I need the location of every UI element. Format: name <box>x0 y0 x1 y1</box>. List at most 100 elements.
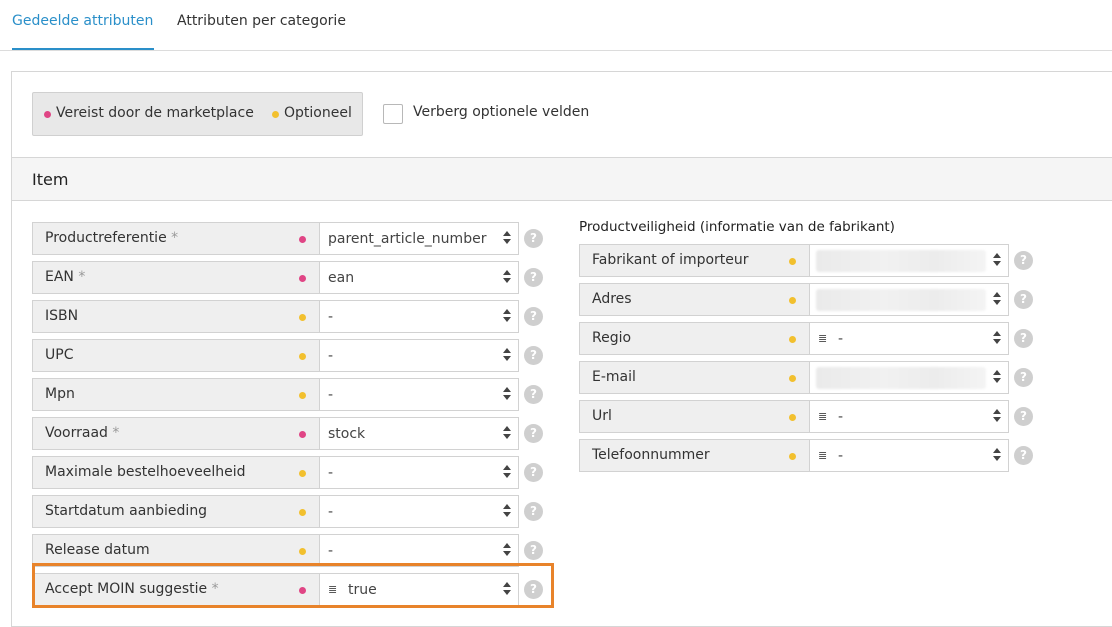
product-safety-group-title: Productveiligheid (informatie van de fab… <box>579 219 895 235</box>
help-icon[interactable]: ? <box>524 502 543 521</box>
section-title: Item <box>32 170 69 189</box>
field-select-value: - <box>328 465 334 481</box>
field-label-box: UPC <box>32 339 320 372</box>
optional-dot-icon <box>789 258 796 265</box>
help-icon[interactable]: ? <box>1014 329 1033 348</box>
field-select-value: - <box>328 543 334 559</box>
help-icon[interactable]: ? <box>524 463 543 482</box>
select-arrows-icon <box>993 253 1001 269</box>
field-label-text: Url <box>592 408 612 424</box>
help-icon[interactable]: ? <box>1014 407 1033 426</box>
field-label-adres: Adres <box>592 291 632 307</box>
field-label-box: Voorraad * <box>32 417 320 450</box>
field-select-value: - <box>328 348 334 364</box>
optional-dot-icon <box>789 414 796 421</box>
legend: Vereist door de marketplace Optioneel <box>32 92 363 136</box>
field-label-text: Telefoonnummer <box>592 447 710 463</box>
optional-dot-icon <box>299 470 306 477</box>
list-icon: ≣ <box>818 410 828 423</box>
field-select-value: - <box>838 331 844 347</box>
help-icon[interactable]: ? <box>524 346 543 365</box>
help-icon[interactable]: ? <box>524 307 543 326</box>
field-select-ean[interactable]: ean <box>319 261 519 294</box>
optional-dot-icon <box>299 509 306 516</box>
field-label-text: ISBN <box>45 308 79 324</box>
help-icon[interactable]: ? <box>1014 368 1033 387</box>
field-label-telefoonnummer: Telefoonnummer <box>592 447 710 463</box>
help-icon[interactable]: ? <box>524 229 543 248</box>
field-label-maximale-bestelhoeveelheid: Maximale bestelhoeveelheid <box>45 464 246 480</box>
field-label-box: Adres <box>579 283 810 316</box>
tab-attributen-per-categorie[interactable]: Attributen per categorie <box>177 13 346 29</box>
help-icon[interactable]: ? <box>1014 290 1033 309</box>
optional-dot-icon <box>299 353 306 360</box>
optional-dot-icon <box>272 111 279 118</box>
tab-gedeelde-attributen[interactable]: Gedeelde attributen <box>12 13 153 29</box>
hide-optional-label[interactable]: Verberg optionele velden <box>413 104 589 120</box>
field-select-telefoonnummer[interactable]: ≣ - <box>809 439 1009 472</box>
field-row-isbn: ISBN -? <box>32 300 544 333</box>
optional-dot-icon <box>299 314 306 321</box>
field-label-mpn: Mpn <box>45 386 75 402</box>
help-icon[interactable]: ? <box>524 424 543 443</box>
field-label-text: Voorraad <box>45 425 108 441</box>
field-label-voorraad: Voorraad * <box>45 425 119 441</box>
field-select-startdatum-aanbieding[interactable]: - <box>319 495 519 528</box>
field-label-text: E-mail <box>592 369 636 385</box>
field-label-upc: UPC <box>45 347 73 363</box>
select-arrows-icon <box>993 448 1001 464</box>
field-select-adres[interactable] <box>809 283 1009 316</box>
field-label-text: Productreferentie <box>45 230 167 246</box>
field-label-isbn: ISBN <box>45 308 78 324</box>
select-arrows-icon <box>503 504 511 520</box>
optional-dot-icon <box>789 453 796 460</box>
field-select-voorraad[interactable]: stock <box>319 417 519 450</box>
field-select-maximale-bestelhoeveelheid[interactable]: - <box>319 456 519 489</box>
help-icon[interactable]: ? <box>524 268 543 287</box>
field-row-upc: UPC -? <box>32 339 544 372</box>
field-select-value: ean <box>328 270 355 286</box>
field-select-upc[interactable]: - <box>319 339 519 372</box>
select-arrows-icon <box>993 370 1001 386</box>
select-arrows-icon <box>503 231 511 247</box>
select-arrows-icon <box>503 387 511 403</box>
help-icon[interactable]: ? <box>1014 251 1033 270</box>
field-select-value: - <box>328 309 334 325</box>
field-select-mpn[interactable]: - <box>319 378 519 411</box>
field-row-e-mail: E-mail? <box>579 361 1034 394</box>
select-arrows-icon <box>993 331 1001 347</box>
field-label-startdatum-aanbieding: Startdatum aanbieding <box>45 503 207 519</box>
section-header <box>12 157 1112 201</box>
field-select-productreferentie[interactable]: parent_article_number <box>319 222 519 255</box>
tab-bar: Gedeelde attributen Attributen per categ… <box>0 0 1112 51</box>
select-arrows-icon <box>503 426 511 442</box>
field-row-adres: Adres? <box>579 283 1034 316</box>
field-label-e-mail: E-mail <box>592 369 636 385</box>
required-dot-icon <box>299 275 306 282</box>
field-label-box: Url <box>579 400 810 433</box>
field-select-isbn[interactable]: - <box>319 300 519 333</box>
field-select-value: stock <box>328 426 366 442</box>
field-label-box: Mpn <box>32 378 320 411</box>
field-label-text: UPC <box>45 347 74 363</box>
help-icon[interactable]: ? <box>1014 446 1033 465</box>
select-arrows-icon <box>503 543 511 559</box>
redacted-value <box>816 367 986 389</box>
field-label-text: Fabrikant of importeur <box>592 252 749 268</box>
help-icon[interactable]: ? <box>524 541 543 560</box>
field-label-text: Regio <box>592 330 632 346</box>
field-label-box: ISBN <box>32 300 320 333</box>
field-label-box: E-mail <box>579 361 810 394</box>
field-row-telefoonnummer: Telefoonnummer ≣ -? <box>579 439 1034 472</box>
field-select-url[interactable]: ≣ - <box>809 400 1009 433</box>
field-label-box: Startdatum aanbieding <box>32 495 320 528</box>
field-select-fabrikant-of-importeur[interactable] <box>809 244 1009 277</box>
field-label-productreferentie: Productreferentie * <box>45 230 178 246</box>
help-icon[interactable]: ? <box>524 385 543 404</box>
field-select-e-mail[interactable] <box>809 361 1009 394</box>
field-label-text: Mpn <box>45 386 75 402</box>
optional-dot-icon <box>789 375 796 382</box>
hide-optional-checkbox[interactable] <box>383 104 403 124</box>
field-select-regio[interactable]: ≣ - <box>809 322 1009 355</box>
field-select-value: - <box>838 448 844 464</box>
